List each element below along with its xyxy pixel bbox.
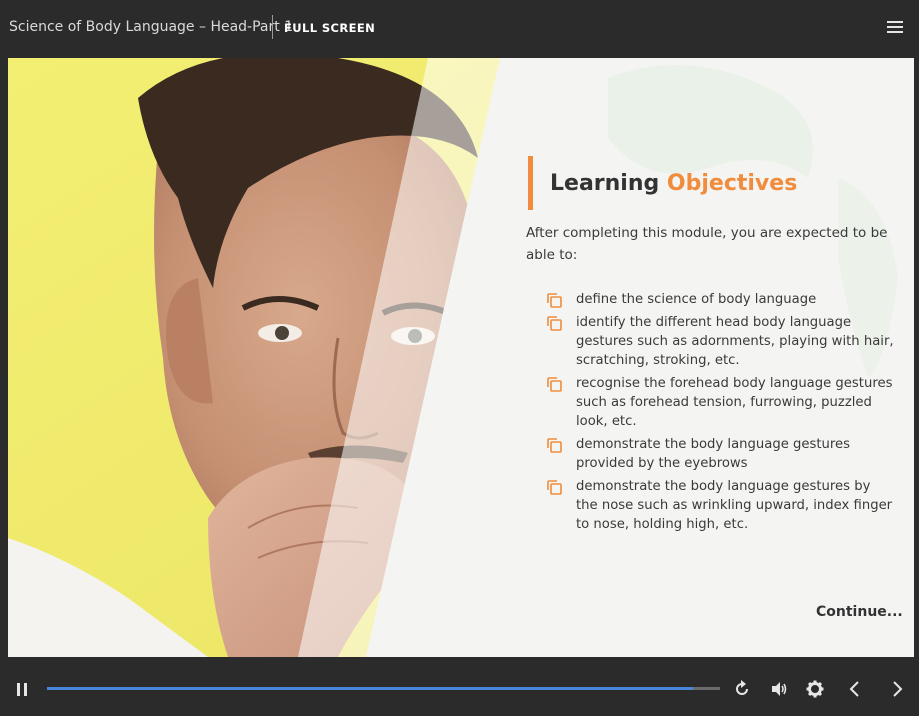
objective-text: demonstrate the body language gestures b…	[576, 479, 893, 532]
full-screen-button[interactable]: FULL SCREEN	[284, 21, 375, 35]
next-icon[interactable]	[888, 680, 906, 698]
title-divider	[272, 15, 273, 39]
list-item: define the science of body language	[546, 290, 896, 309]
copy-bullet-icon	[547, 316, 562, 331]
objective-text: recognise the forehead body language ges…	[576, 376, 893, 429]
slide-heading: Learning Objectives	[550, 171, 797, 196]
heading-text: Learning	[550, 171, 660, 196]
objective-text: identify the different head body languag…	[576, 315, 894, 368]
list-item: identify the different head body languag…	[546, 313, 896, 370]
list-item: recognise the forehead body language ges…	[546, 374, 896, 431]
player-controls	[0, 660, 919, 716]
slide-stage: Learning Objectives After completing thi…	[8, 58, 914, 657]
intro-text: After completing this module, you are ex…	[526, 225, 888, 263]
pause-icon[interactable]	[17, 683, 29, 696]
continue-button[interactable]: Continue...	[816, 604, 903, 620]
objective-text: demonstrate the body language gestures p…	[576, 437, 851, 471]
progress-bar[interactable]	[47, 687, 720, 690]
progress-fill	[47, 687, 694, 690]
list-item: demonstrate the body language gestures b…	[546, 477, 896, 534]
replay-icon[interactable]	[733, 680, 751, 698]
objectives-list: define the science of body language iden…	[546, 290, 896, 538]
heading-highlight: Objectives	[666, 171, 798, 196]
copy-bullet-icon	[547, 377, 562, 392]
previous-icon[interactable]	[846, 680, 864, 698]
settings-gear-icon[interactable]	[806, 680, 824, 698]
objective-text: define the science of body language	[576, 292, 817, 307]
top-bar: Science of Body Language – Head-Part 1 F…	[0, 0, 919, 56]
hamburger-menu-icon[interactable]	[887, 21, 903, 34]
heading-accent-bar	[528, 156, 533, 210]
copy-bullet-icon	[547, 293, 562, 308]
course-title: Science of Body Language – Head-Part 1	[9, 19, 294, 35]
copy-bullet-icon	[547, 438, 562, 453]
list-item: demonstrate the body language gestures p…	[546, 435, 896, 473]
volume-icon[interactable]	[770, 680, 788, 698]
copy-bullet-icon	[547, 480, 562, 495]
